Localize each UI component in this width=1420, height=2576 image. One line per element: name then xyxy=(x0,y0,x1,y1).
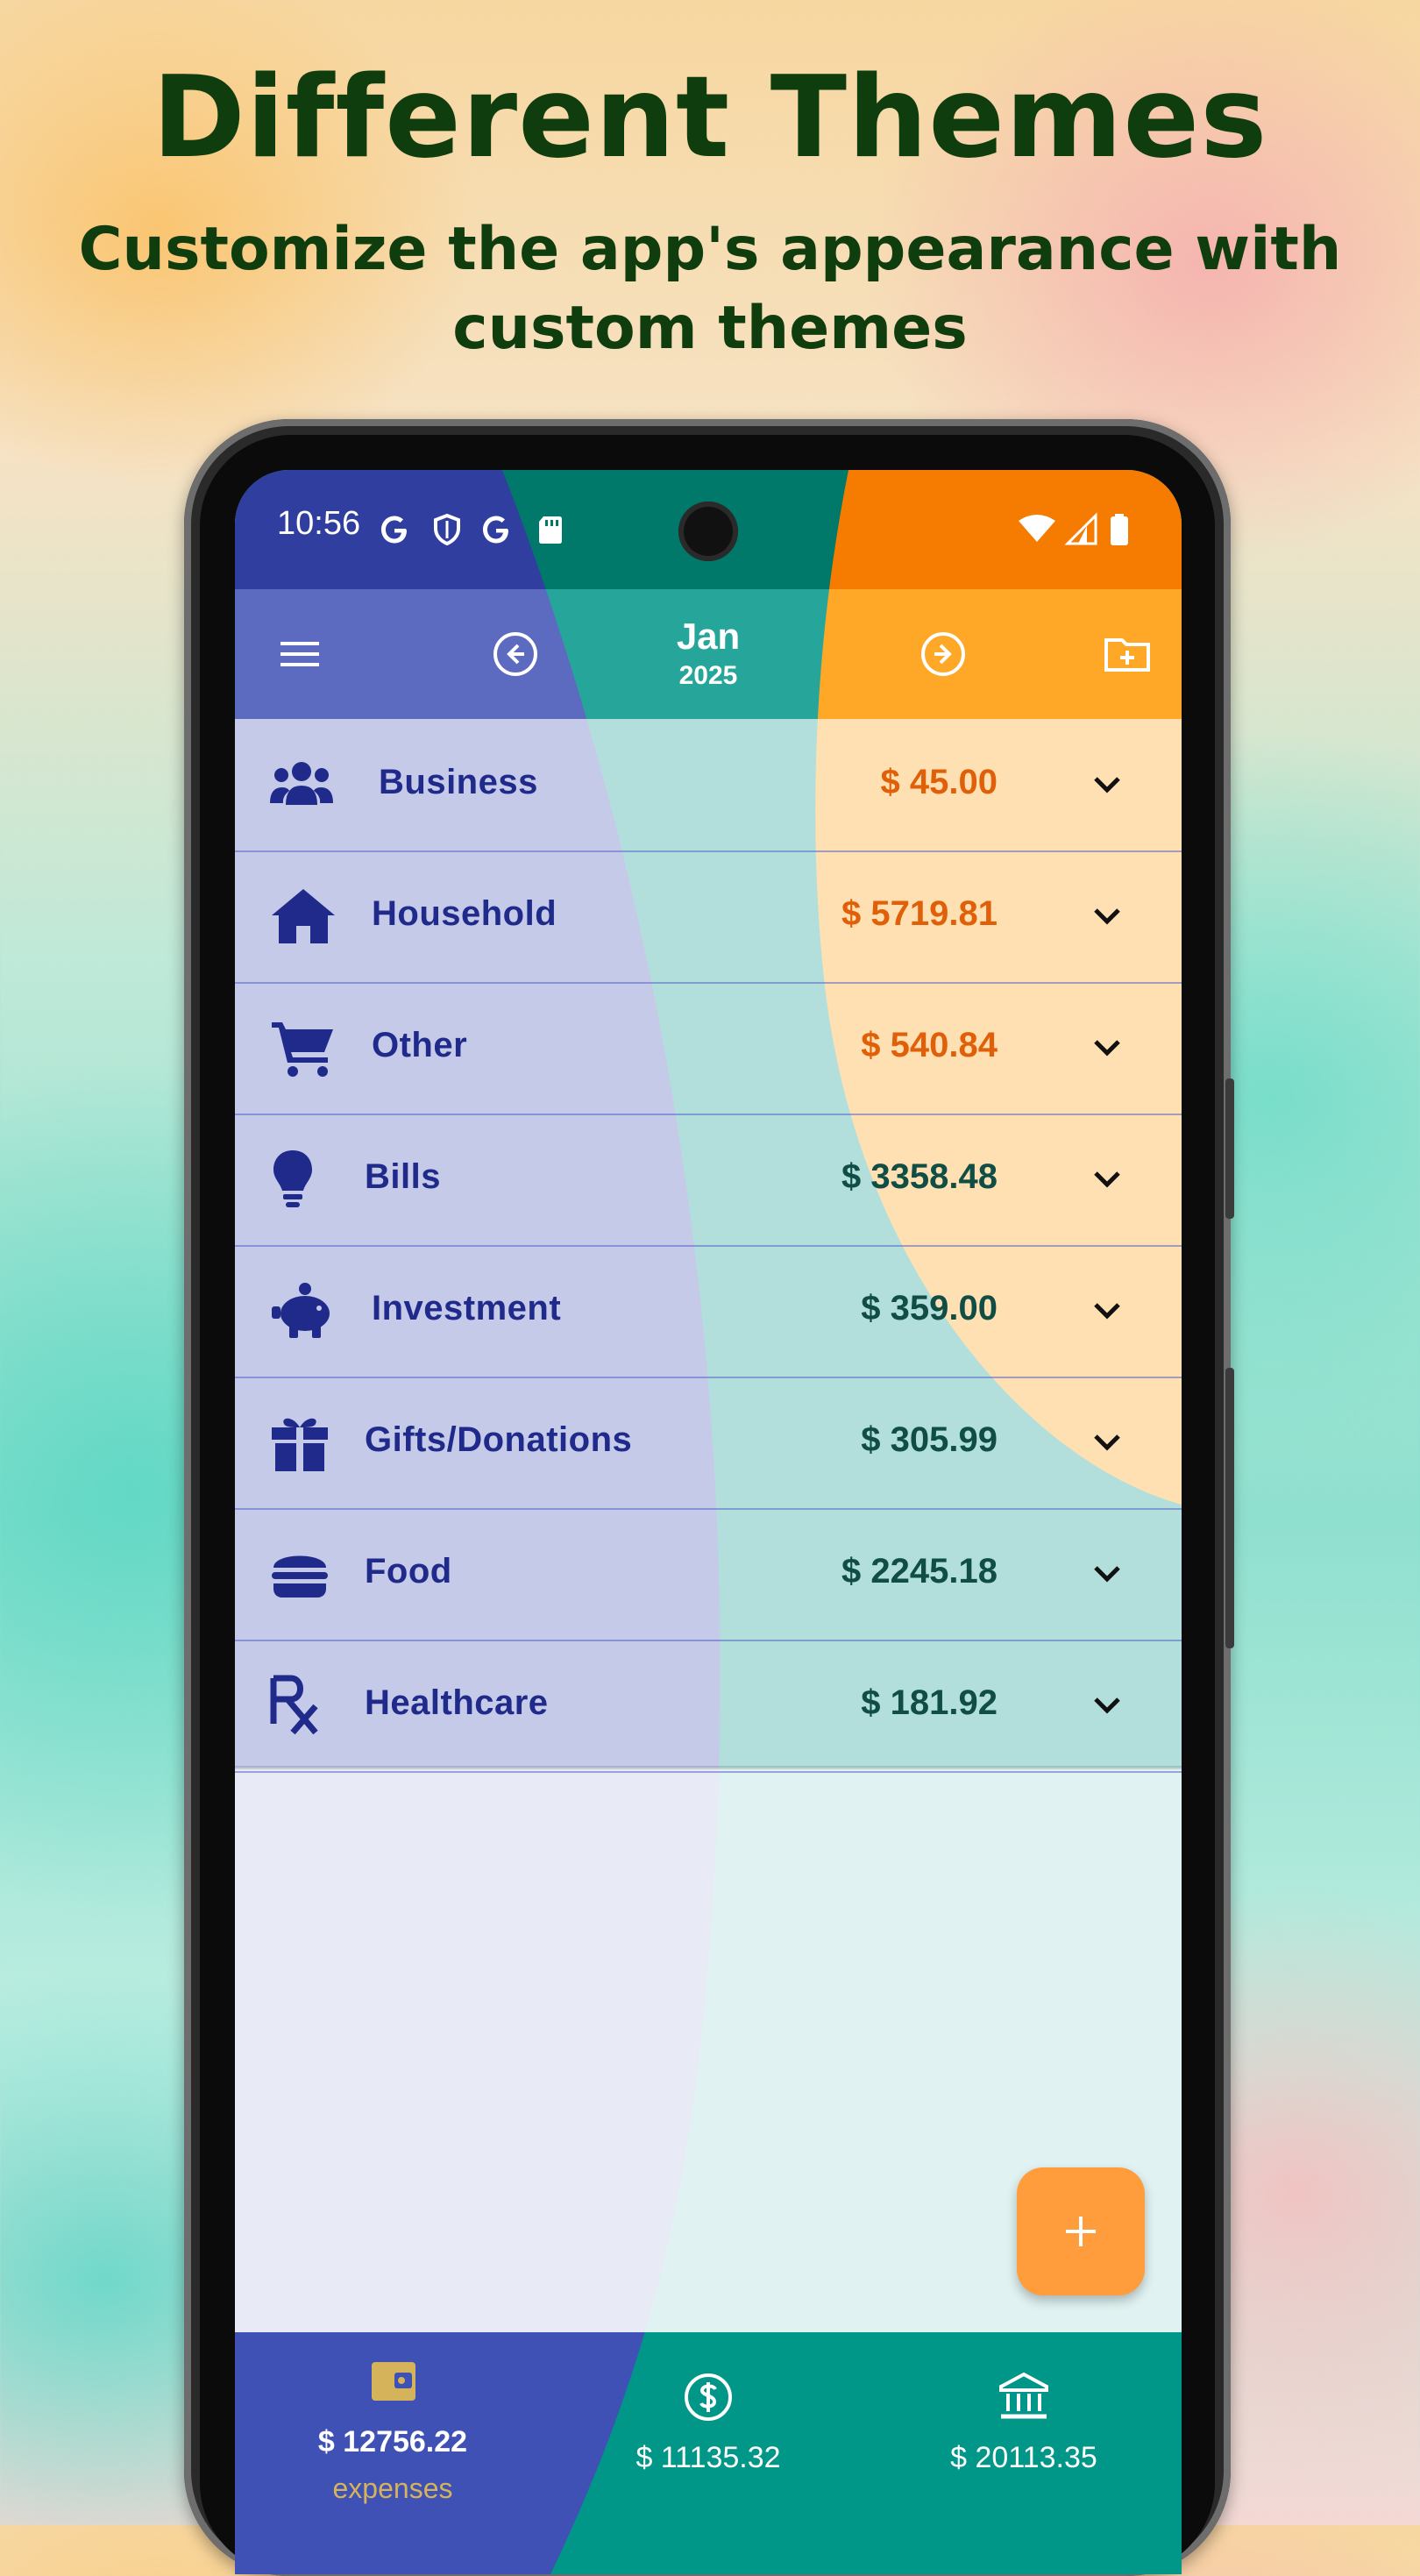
category-row-business[interactable]: Business $ 45.00 xyxy=(235,719,1182,852)
category-amount: $ 2245.18 xyxy=(841,1552,998,1590)
google-icon xyxy=(381,516,407,544)
chevron-down-icon[interactable] xyxy=(1087,1291,1127,1331)
wallet-icon xyxy=(372,2362,415,2401)
nav-balance[interactable]: $ 20113.35 xyxy=(866,2332,1182,2574)
dollar-circle-icon xyxy=(685,2373,732,2421)
shield-icon xyxy=(434,513,460,546)
chevron-down-icon[interactable] xyxy=(1087,1422,1127,1462)
google-icon xyxy=(483,516,508,544)
expenses-amount: $ 12756.22 xyxy=(317,2425,468,2459)
category-amount: $ 305.99 xyxy=(861,1420,998,1459)
headline: Different Themes xyxy=(152,53,1268,183)
year-label: 2025 xyxy=(678,661,738,690)
category-amount: $ 45.00 xyxy=(880,763,998,801)
signal-icon xyxy=(1064,512,1097,545)
prescription-icon xyxy=(270,1675,318,1735)
sd-card-icon xyxy=(539,516,562,544)
piggy-bank-icon xyxy=(272,1283,330,1338)
category-row-bills[interactable]: Bills $ 3358.48 xyxy=(235,1114,1182,1247)
chevron-down-icon[interactable] xyxy=(1087,1028,1127,1068)
category-row-household[interactable]: Household $ 5719.81 xyxy=(235,850,1182,984)
nav-income[interactable]: $ 11135.32 xyxy=(550,2332,866,2574)
bottom-navigation: $ 12756.22 expenses $ 11135.32 $ 20113.3… xyxy=(235,2332,1182,2574)
volume-button xyxy=(1225,1368,1234,1648)
category-row-investment[interactable]: Investment $ 359.00 xyxy=(235,1245,1182,1378)
cart-icon xyxy=(272,1022,333,1077)
chevron-down-icon[interactable] xyxy=(1087,1554,1127,1594)
battery-icon xyxy=(1111,514,1128,545)
category-amount: $ 5719.81 xyxy=(841,894,998,933)
nav-expenses[interactable]: $ 12756.22 expenses xyxy=(235,2332,550,2574)
category-amount: $ 540.84 xyxy=(861,1026,998,1064)
balance-amount: $ 20113.35 xyxy=(950,2441,1097,2474)
status-bar: 10:56 xyxy=(235,470,1182,589)
add-expense-button[interactable] xyxy=(1017,2167,1145,2295)
category-row-healthcare[interactable]: Healthcare $ 181.92 xyxy=(235,1640,1182,1773)
chevron-down-icon[interactable] xyxy=(1087,896,1127,936)
category-label: Other xyxy=(372,1026,468,1064)
chevron-down-icon[interactable] xyxy=(1087,1159,1127,1199)
category-amount: $ 359.00 xyxy=(861,1289,998,1327)
front-camera xyxy=(678,502,738,561)
expenses-caption: expenses xyxy=(332,2473,453,2504)
category-label: Bills xyxy=(365,1157,441,1196)
arrow-left-circle-icon[interactable] xyxy=(489,628,542,680)
income-amount: $ 11135.32 xyxy=(635,2441,781,2474)
gift-icon xyxy=(272,1418,328,1471)
month-label[interactable]: Jan xyxy=(621,616,796,658)
category-label: Household xyxy=(372,894,557,933)
category-label: Healthcare xyxy=(365,1683,549,1722)
chevron-down-icon[interactable] xyxy=(1087,1685,1127,1726)
power-button xyxy=(1225,1078,1234,1219)
phone-screen: 10:56 Jan 2025 Business $ 45.00 Househol… xyxy=(235,470,1182,2574)
arrow-right-circle-icon[interactable] xyxy=(917,628,969,680)
lightbulb-icon xyxy=(273,1150,312,1207)
burger-icon xyxy=(272,1555,328,1598)
menu-icon[interactable] xyxy=(273,628,326,680)
home-icon xyxy=(272,889,335,943)
category-label: Food xyxy=(365,1552,452,1590)
category-amount: $ 3358.48 xyxy=(841,1157,998,1196)
category-row-other[interactable]: Other $ 540.84 xyxy=(235,982,1182,1115)
category-row-gifts[interactable]: Gifts/Donations $ 305.99 xyxy=(235,1377,1182,1510)
category-row-food[interactable]: Food $ 2245.18 xyxy=(235,1508,1182,1641)
subheadline: Customize the app's appearance with cust… xyxy=(78,215,1342,363)
bank-icon xyxy=(999,2372,1048,2419)
status-time: 10:56 xyxy=(277,505,361,542)
wifi-icon xyxy=(1019,515,1055,542)
chevron-down-icon[interactable] xyxy=(1087,765,1127,805)
category-label: Business xyxy=(379,763,538,801)
category-label: Investment xyxy=(372,1289,562,1327)
people-icon xyxy=(270,762,333,805)
category-label: Gifts/Donations xyxy=(365,1420,633,1459)
plus-icon xyxy=(1066,2217,1096,2246)
folder-plus-icon[interactable] xyxy=(1101,628,1154,680)
category-amount: $ 181.92 xyxy=(861,1683,998,1722)
